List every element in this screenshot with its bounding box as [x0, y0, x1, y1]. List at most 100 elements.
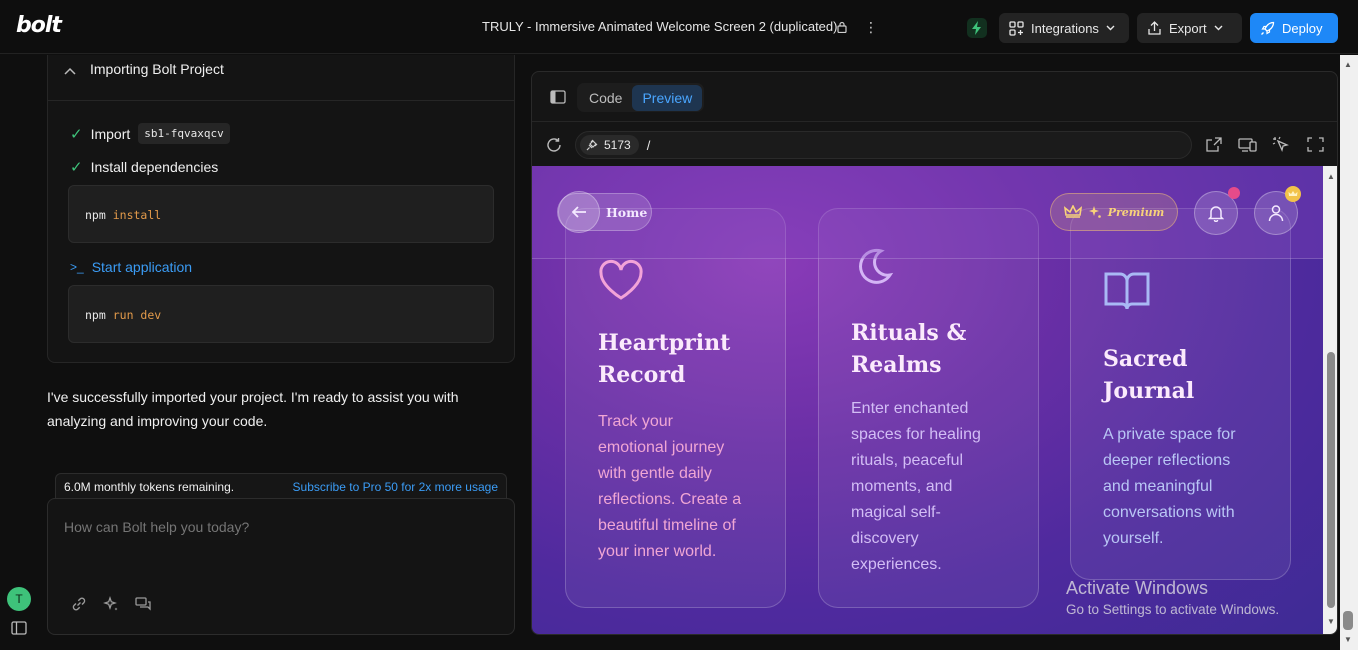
card-desc-line: yourself.	[1103, 530, 1164, 547]
page-scrollbar-thumb[interactable]	[1343, 611, 1353, 630]
run-cmd: npm	[85, 308, 106, 322]
run-arg: run dev	[112, 308, 162, 322]
tokens-remaining: 6.0M monthly tokens remaining.	[64, 479, 235, 494]
preview-scrollbar-thumb[interactable]	[1327, 352, 1335, 608]
prompt-input[interactable]	[64, 519, 494, 535]
home-button[interactable]: Home	[557, 191, 652, 233]
premium-label: Premium	[1107, 205, 1165, 219]
sparkles-icon[interactable]	[102, 595, 120, 613]
discuss-icon[interactable]	[134, 595, 152, 613]
install-arg: install	[112, 208, 162, 222]
element-select-icon[interactable]	[1272, 136, 1291, 153]
fullscreen-icon[interactable]	[1306, 136, 1325, 153]
integrations-label: Integrations	[1031, 20, 1099, 36]
preview-panel: Code Preview 5173 / Heartprint Record Tr…	[531, 71, 1338, 635]
card-desc-line: spaces for healing	[851, 426, 981, 443]
port-chip[interactable]: 5173	[580, 135, 639, 155]
tab-preview[interactable]: Preview	[632, 84, 703, 111]
view-tabs: Code Preview	[577, 83, 705, 112]
preview-actions	[1204, 136, 1325, 153]
card-desc-line: magical self-	[851, 504, 941, 521]
subscribe-link[interactable]: Subscribe to Pro 50 for 2x more usage	[293, 480, 498, 494]
card-desc-line: deeper reflections	[1103, 452, 1231, 469]
run-command-box[interactable]: npm run dev	[68, 285, 494, 343]
watermark-title: Activate Windows	[1066, 578, 1209, 598]
deploy-button[interactable]: Deploy	[1250, 13, 1338, 43]
install-command-box[interactable]: npm install	[68, 185, 494, 243]
feature-card-heartprint[interactable]: Heartprint Record Track your emotional j…	[565, 208, 786, 608]
sparkle-icon	[1088, 206, 1101, 218]
url-field[interactable]: 5173 /	[575, 131, 1192, 159]
card-title-line: Heartprint	[598, 330, 731, 356]
windows-activation-watermark: Activate Windows Go to Settings to activ…	[1066, 578, 1279, 617]
card-desc-line: experiences.	[851, 556, 942, 573]
card-desc-line: moments, and	[851, 478, 953, 495]
heart-icon	[599, 259, 643, 300]
home-label: Home	[606, 204, 648, 220]
check-icon: ✓	[70, 125, 83, 143]
chevron-up-icon[interactable]	[64, 63, 76, 78]
card-title-line: Journal	[1103, 378, 1195, 404]
integrations-icon	[1009, 20, 1024, 36]
page-scrollbar[interactable]	[1340, 55, 1358, 650]
terminal-icon: >_	[70, 260, 84, 274]
preview-url-bar: 5173 /	[532, 123, 1337, 167]
card-desc-line: and meaningful	[1103, 478, 1213, 495]
rocket-icon	[1261, 21, 1275, 35]
page-scroll-down-icon[interactable]: ▼	[1344, 635, 1352, 644]
feature-card-rituals[interactable]: Rituals & Realms Enter enchanted spaces …	[818, 208, 1039, 608]
premium-button[interactable]: Premium	[1050, 193, 1178, 231]
user-avatar[interactable]: T	[7, 587, 31, 611]
check-icon: ✓	[70, 159, 83, 176]
device-preview-icon[interactable]	[1238, 136, 1257, 153]
card-desc-line: with gentle daily	[598, 465, 712, 482]
prompt-box	[47, 498, 515, 635]
import-card-header[interactable]: Importing Bolt Project	[48, 55, 514, 101]
export-label: Export	[1169, 20, 1207, 36]
premium-crown-icon	[1285, 186, 1301, 202]
card-title-line: Record	[598, 362, 686, 388]
top-bar: bolt TRULY - Immersive Animated Welcome …	[0, 0, 1358, 54]
export-icon	[1148, 20, 1161, 35]
preview-toolbar: Code Preview	[532, 72, 1337, 122]
card-desc-line: emotional journey	[598, 439, 725, 456]
card-desc-line: Enter enchanted	[851, 400, 969, 417]
lightning-icon	[972, 21, 981, 35]
export-button[interactable]: Export	[1137, 13, 1242, 43]
bolt-logo[interactable]: bolt	[16, 13, 62, 38]
import-card: Importing Bolt Project ✓ Import sb1-fqva…	[47, 55, 515, 363]
app-viewport: Heartprint Record Track your emotional j…	[532, 166, 1323, 634]
notification-dot	[1228, 187, 1240, 199]
integrations-button[interactable]: Integrations	[999, 13, 1129, 43]
chevron-down-icon	[1214, 25, 1223, 31]
page-scroll-up-icon[interactable]: ▲	[1344, 60, 1352, 69]
attach-link-icon[interactable]	[70, 595, 88, 613]
open-external-icon[interactable]	[1204, 136, 1223, 153]
reload-icon[interactable]	[545, 136, 563, 154]
deploy-label: Deploy	[1282, 20, 1323, 36]
lock-icon[interactable]	[837, 21, 847, 33]
more-options-icon[interactable]: ⋮	[864, 19, 878, 36]
card-desc-line: beautiful timeline of	[598, 517, 736, 534]
project-title[interactable]: TRULY - Immersive Animated Welcome Scree…	[482, 19, 837, 34]
step-start-application[interactable]: >_ Start application	[70, 259, 192, 275]
start-application-label: Start application	[91, 259, 193, 275]
watermark-subtitle: Go to Settings to activate Windows.	[1066, 602, 1280, 617]
card-description: A private space for deeper reflections a…	[1103, 422, 1273, 552]
tab-code[interactable]: Code	[579, 85, 632, 111]
card-desc-line: Track your	[598, 413, 673, 430]
install-cmd: npm	[85, 208, 106, 222]
panel-toggle-icon[interactable]	[550, 90, 566, 104]
scroll-down-arrow-icon[interactable]: ▼	[1327, 617, 1335, 626]
card-title: Rituals & Realms	[851, 317, 966, 381]
scroll-up-arrow-icon[interactable]: ▲	[1327, 172, 1335, 181]
project-id-chip: sb1-fqvaxqcv	[138, 123, 230, 144]
card-desc-line: rituals, peaceful	[851, 452, 964, 469]
arrow-left-icon	[558, 191, 600, 233]
feature-card-journal[interactable]: Sacred Journal A private space for deepe…	[1070, 208, 1291, 580]
step-install-label: Install dependencies	[90, 159, 219, 175]
sidebar-toggle-icon[interactable]	[11, 621, 27, 635]
card-desc-line: reflections. Create a	[598, 491, 742, 508]
bolt-status-badge[interactable]	[967, 18, 987, 38]
app-header: Home Premium	[532, 166, 1323, 259]
